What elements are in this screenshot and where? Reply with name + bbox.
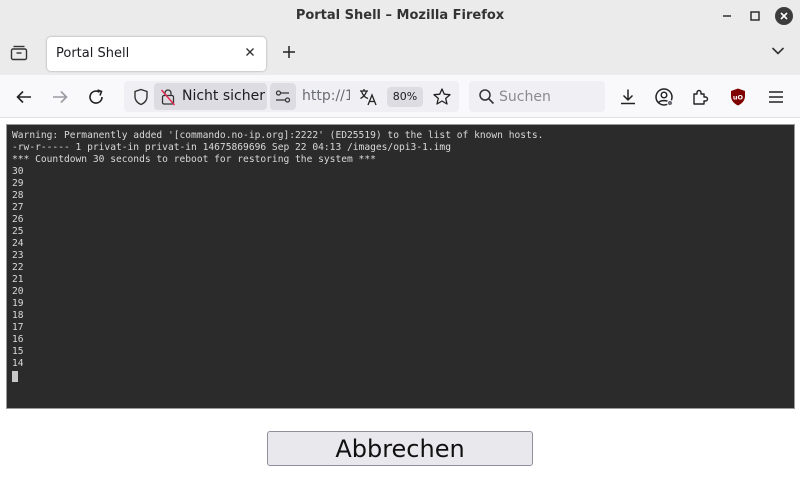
ublock-origin-icon[interactable]: uO bbox=[728, 87, 748, 107]
close-icon bbox=[780, 12, 788, 20]
search-input[interactable] bbox=[499, 85, 599, 108]
lock-crossed-icon bbox=[160, 89, 176, 106]
terminal-line: 28 bbox=[12, 190, 24, 201]
not-secure-indicator[interactable]: Nicht sicher bbox=[154, 83, 267, 110]
downloads-icon[interactable] bbox=[618, 87, 638, 107]
reload-icon[interactable] bbox=[86, 87, 106, 107]
maximize-icon bbox=[750, 11, 760, 21]
terminal-lines: Warning: Permanently added '[commando.no… bbox=[12, 130, 794, 370]
terminal-line: 21 bbox=[12, 274, 24, 285]
close-icon bbox=[246, 48, 254, 56]
terminal-line: 14 bbox=[12, 358, 24, 369]
back-arrow-icon[interactable] bbox=[14, 87, 34, 107]
not-secure-label: Nicht sicher bbox=[182, 88, 265, 104]
plus-icon bbox=[283, 46, 295, 58]
permissions-button[interactable] bbox=[270, 83, 296, 110]
window-titlebar: Portal Shell – Mozilla Firefox bbox=[0, 0, 800, 33]
terminal-output[interactable]: Warning: Permanently added '[commando.no… bbox=[6, 124, 795, 409]
chevron-down-icon[interactable] bbox=[771, 46, 785, 56]
terminal-line: 23 bbox=[12, 250, 24, 261]
tab-close-button[interactable] bbox=[243, 45, 257, 63]
forward-arrow-icon[interactable] bbox=[50, 87, 70, 107]
tab-list-icon[interactable] bbox=[10, 45, 28, 61]
terminal-line: 20 bbox=[12, 286, 24, 297]
terminal-line: 24 bbox=[12, 238, 24, 249]
terminal-line: 26 bbox=[12, 214, 24, 225]
minimize-icon bbox=[723, 15, 731, 17]
terminal-line: 27 bbox=[12, 202, 24, 213]
search-bar[interactable] bbox=[469, 81, 605, 112]
hamburger-menu-icon[interactable] bbox=[766, 87, 786, 107]
terminal-line: 15 bbox=[12, 346, 24, 357]
terminal-line: -rw-r----- 1 privat-in privat-in 1467586… bbox=[12, 142, 451, 153]
tab-title: Portal Shell bbox=[56, 46, 130, 61]
window-title: Portal Shell – Mozilla Firefox bbox=[295, 8, 505, 23]
zoom-level-button[interactable]: 80% bbox=[387, 87, 423, 107]
tab-strip: Portal Shell bbox=[0, 33, 800, 75]
cancel-button[interactable]: Abbrechen bbox=[267, 431, 533, 466]
url-text[interactable]: http://1 bbox=[302, 88, 350, 104]
terminal-line: 30 bbox=[12, 166, 24, 177]
url-bar[interactable]: Nicht sicher http://1 80% bbox=[124, 81, 459, 112]
tracking-protection-shield-icon[interactable] bbox=[132, 88, 150, 106]
close-window-button[interactable] bbox=[775, 7, 793, 25]
navigation-toolbar: Nicht sicher http://1 80% Suchen uO bbox=[0, 75, 800, 118]
terminal-line: 25 bbox=[12, 226, 24, 237]
new-tab-button[interactable] bbox=[281, 41, 297, 65]
terminal-line: *** Countdown 30 seconds to reboot for r… bbox=[12, 154, 376, 165]
terminal-cursor-line bbox=[12, 370, 794, 382]
permissions-sliders-icon bbox=[275, 90, 291, 103]
terminal-cursor bbox=[12, 371, 18, 382]
terminal-line: 17 bbox=[12, 322, 24, 333]
translate-icon[interactable] bbox=[358, 87, 378, 107]
terminal-line: 19 bbox=[12, 298, 24, 309]
terminal-line: 29 bbox=[12, 178, 24, 189]
terminal-line: Warning: Permanently added '[commando.no… bbox=[12, 130, 544, 141]
maximize-button[interactable] bbox=[747, 8, 763, 24]
terminal-line: 16 bbox=[12, 334, 24, 345]
account-icon[interactable] bbox=[654, 87, 674, 107]
terminal-line: 18 bbox=[12, 310, 24, 321]
extensions-puzzle-icon[interactable] bbox=[690, 87, 710, 107]
tab-portal-shell[interactable]: Portal Shell bbox=[47, 37, 266, 71]
bookmark-star-icon[interactable] bbox=[432, 87, 452, 107]
search-icon bbox=[479, 89, 495, 105]
svg-text:uO: uO bbox=[733, 94, 744, 102]
minimize-button[interactable] bbox=[719, 8, 735, 24]
terminal-line: 22 bbox=[12, 262, 24, 273]
